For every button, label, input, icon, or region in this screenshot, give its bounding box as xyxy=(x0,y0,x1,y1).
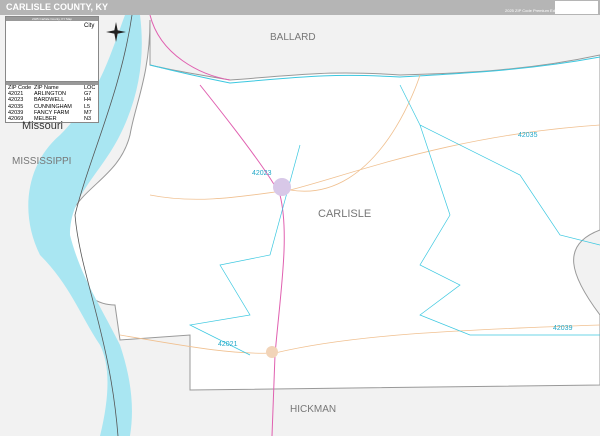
legend-title: 2025 Carlisle County, KY Map xyxy=(6,17,98,21)
arlington-city xyxy=(266,346,278,358)
map-legend: 2025 Carlisle County, KY Map City xyxy=(5,16,99,82)
label-ballard: BALLARD xyxy=(270,32,316,43)
bardwell-city xyxy=(273,178,291,196)
zip-label: 42023 xyxy=(252,170,272,177)
legend-city-label: City xyxy=(84,23,95,29)
label-hickman: HICKMAN xyxy=(290,404,337,415)
label-mississippi: MISSISSIPPI xyxy=(12,156,72,167)
publisher-logo xyxy=(555,1,598,14)
zip-label: 42039 xyxy=(553,325,573,332)
zip-table: ZIP Code ZIP Name LOC 42021 ARLINGTON G7 4… xyxy=(5,81,99,124)
header-bar: CARLISLE COUNTY, KY 2025 ZIP Code Premiu… xyxy=(0,0,600,15)
zip-label: 42021 xyxy=(218,341,238,348)
zip-label: 42035 xyxy=(518,132,538,139)
label-carlisle: CARLISLE xyxy=(318,208,372,220)
label-missouri: Missouri xyxy=(22,120,63,132)
map-title: CARLISLE COUNTY, KY xyxy=(6,2,109,12)
edition-label: 2025 ZIP Code Premium Edition xyxy=(505,8,563,13)
